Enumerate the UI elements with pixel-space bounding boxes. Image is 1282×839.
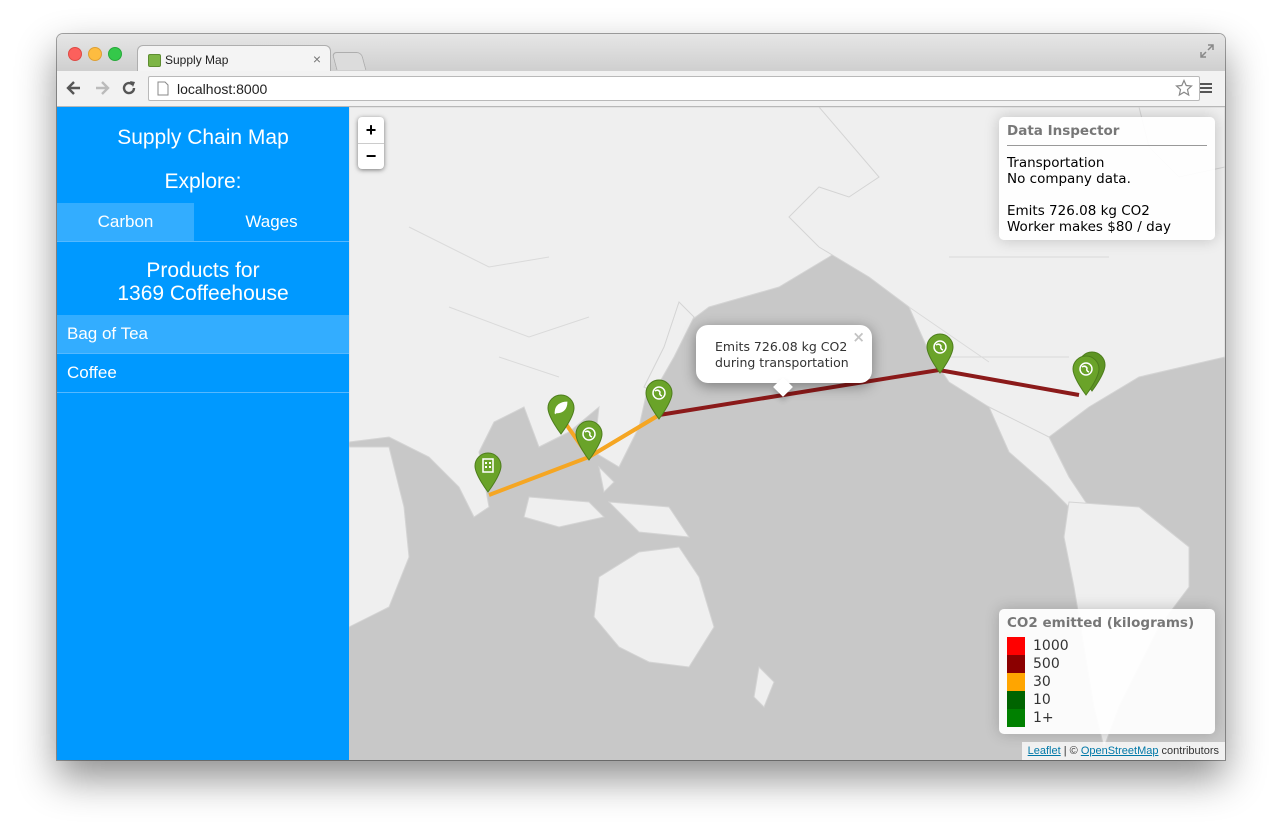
- tab-strip: Supply Map ×: [57, 34, 1225, 72]
- url-text: localhost:8000: [177, 81, 268, 97]
- page-icon: [157, 81, 169, 96]
- product-list: Bag of Tea Coffee: [57, 315, 349, 393]
- explore-tabs: Carbon Wages: [57, 203, 349, 242]
- close-window-button[interactable]: [68, 47, 82, 61]
- popup-close-icon[interactable]: ×: [852, 328, 865, 346]
- explore-label: Explore:: [164, 170, 242, 193]
- zoom-control: + −: [358, 117, 384, 169]
- inspector-line-3: Emits 726.08 kg CO2: [1007, 203, 1150, 219]
- co2-legend: CO2 emitted (kilograms) 1000 500 30 10 1…: [999, 609, 1215, 734]
- legend-swatch: [1007, 691, 1025, 709]
- legend-swatch: [1007, 637, 1025, 655]
- landmass-australia: [593, 546, 715, 668]
- legend-label: 10: [1033, 692, 1051, 708]
- marker-globe[interactable]: [925, 332, 955, 374]
- tab-close-icon[interactable]: ×: [313, 51, 321, 67]
- leaflet-link[interactable]: Leaflet: [1028, 745, 1061, 757]
- tab-wages[interactable]: Wages: [194, 203, 349, 241]
- browser-toolbar: localhost:8000: [57, 71, 1225, 107]
- products-heading: Products for 1369 Coffeehouse: [57, 259, 349, 305]
- inspector-line-2: No company data.: [1007, 171, 1131, 187]
- fullscreen-icon[interactable]: [1199, 43, 1215, 59]
- browser-window: Supply Map × localhost:8000 Supply Chain…: [57, 34, 1225, 760]
- bookmark-star-icon[interactable]: [1175, 79, 1193, 97]
- attribution-separator: | ©: [1060, 745, 1081, 757]
- legend-label: 30: [1033, 674, 1051, 690]
- marker-building[interactable]: [473, 451, 503, 493]
- landmass-new-zealand: [753, 665, 775, 708]
- inspector-divider: [1007, 145, 1207, 146]
- new-tab-button[interactable]: [331, 52, 367, 70]
- minimize-window-button[interactable]: [88, 47, 102, 61]
- legend-title: CO2 emitted (kilograms): [1007, 615, 1195, 631]
- legend-label: 1000: [1033, 638, 1069, 654]
- sidebar: Supply Chain Map Explore: Carbon Wages P…: [57, 107, 349, 760]
- menu-icon[interactable]: [1198, 80, 1214, 96]
- legend-label: 1+: [1033, 710, 1054, 726]
- data-inspector-panel: Data Inspector Transportation No company…: [999, 117, 1215, 240]
- landmass-africa: [349, 446, 410, 628]
- product-item-bag-of-tea[interactable]: Bag of Tea: [57, 315, 349, 354]
- legend-swatch: [1007, 655, 1025, 673]
- back-arrow-icon[interactable]: [65, 79, 83, 97]
- inspector-line-4: Worker makes $80 / day: [1007, 219, 1171, 235]
- zoom-out-button[interactable]: −: [358, 143, 384, 169]
- maximize-window-button[interactable]: [108, 47, 122, 61]
- attribution-suffix: contributors: [1158, 745, 1219, 757]
- inspector-line-1: Transportation: [1007, 155, 1105, 171]
- inspector-title: Data Inspector: [1007, 123, 1120, 139]
- marker-globe[interactable]: [574, 419, 604, 461]
- legend-swatch: [1007, 673, 1025, 691]
- openstreetmap-link[interactable]: OpenStreetMap: [1081, 745, 1159, 757]
- legend-swatch: [1007, 709, 1025, 727]
- browser-tab[interactable]: Supply Map ×: [137, 45, 331, 72]
- popup-line-1: Emits 726.08 kg CO2: [715, 339, 848, 354]
- sidebar-title: Supply Chain Map: [117, 126, 289, 149]
- product-item-coffee[interactable]: Coffee: [57, 354, 349, 393]
- address-bar[interactable]: localhost:8000: [148, 76, 1200, 101]
- zoom-in-button[interactable]: +: [358, 117, 384, 144]
- marker-globe-cluster[interactable]: [1071, 350, 1106, 396]
- tab-title: Supply Map: [165, 53, 229, 67]
- marker-globe[interactable]: [644, 378, 674, 420]
- map-attribution: Leaflet | © OpenStreetMap contributors: [1021, 742, 1225, 760]
- products-heading-line1: Products for: [146, 259, 260, 282]
- landmass-southeast-asia-islands: [523, 465, 691, 538]
- map-popup: × Emits 726.08 kg CO2 during transportat…: [696, 325, 872, 397]
- legend-label: 500: [1033, 656, 1060, 672]
- map[interactable]: + − × Emits 726.08 kg CO2 during transpo…: [349, 107, 1225, 760]
- tab-carbon[interactable]: Carbon: [57, 203, 194, 241]
- app-content: Supply Chain Map Explore: Carbon Wages P…: [57, 107, 1225, 760]
- marker-leaf[interactable]: [546, 393, 576, 435]
- favicon-icon: [148, 54, 161, 67]
- forward-arrow-icon[interactable]: [93, 79, 111, 97]
- products-heading-line2: 1369 Coffeehouse: [117, 282, 289, 305]
- reload-icon[interactable]: [120, 79, 138, 97]
- popup-line-2: during transportation: [715, 355, 849, 370]
